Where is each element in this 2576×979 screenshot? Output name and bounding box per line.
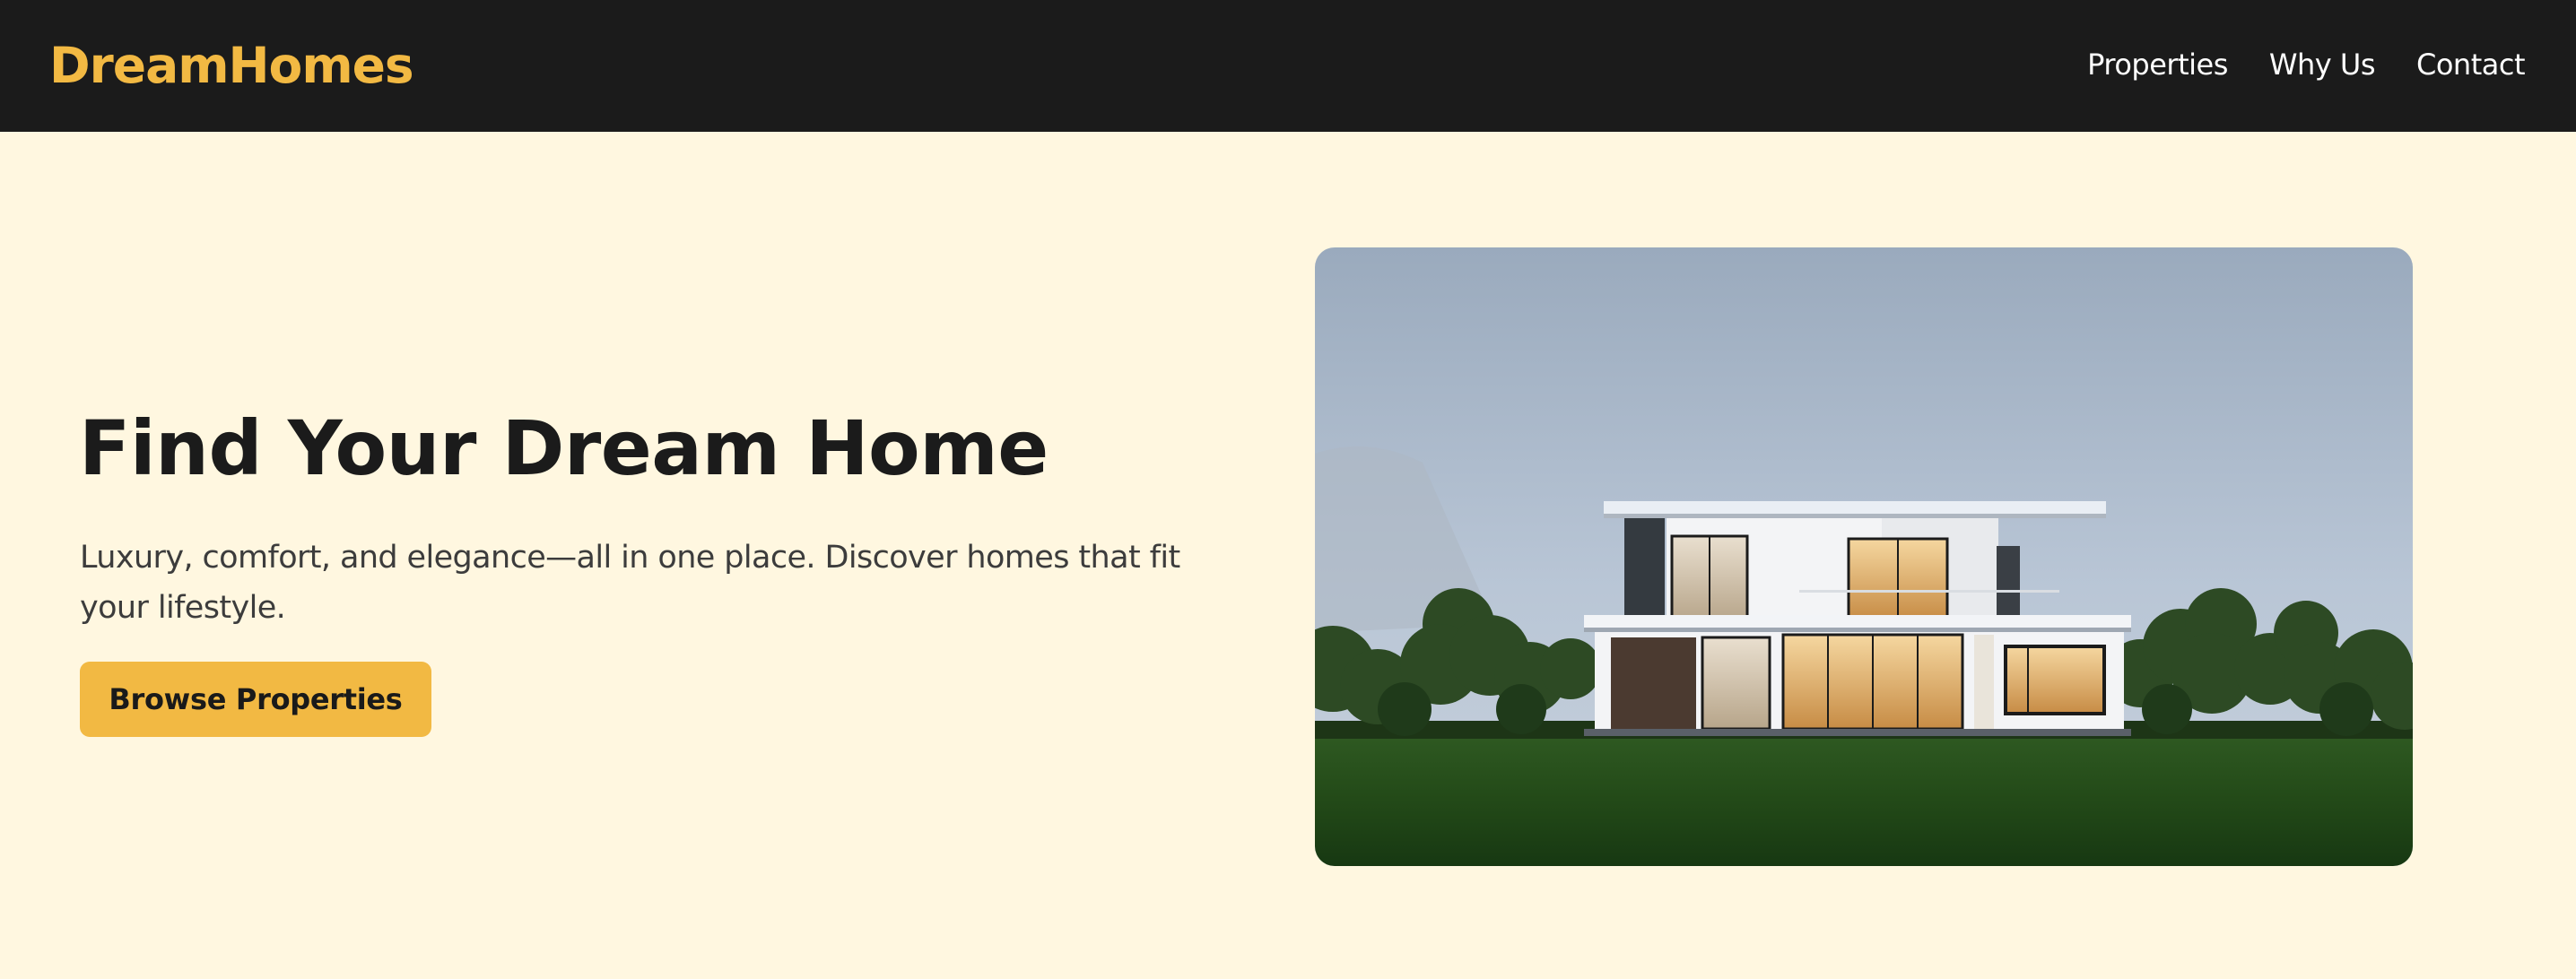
nav-link-properties[interactable]: Properties bbox=[2087, 43, 2228, 86]
hero-title: Find Your Dream Home bbox=[79, 404, 1049, 492]
nav-link-contact[interactable]: Contact bbox=[2416, 43, 2526, 86]
browse-properties-button[interactable]: Browse Properties bbox=[80, 662, 431, 737]
main-nav: Properties Why Us Contact bbox=[2087, 43, 2525, 86]
site-header: DreamHomes Properties Why Us Contact bbox=[0, 0, 2576, 132]
hero-house-image bbox=[1315, 247, 2413, 866]
nav-link-why-us[interactable]: Why Us bbox=[2269, 43, 2376, 86]
brand-logo[interactable]: DreamHomes bbox=[49, 32, 414, 99]
hero-description: Luxury, comfort, and elegance—all in one… bbox=[80, 540, 1180, 626]
